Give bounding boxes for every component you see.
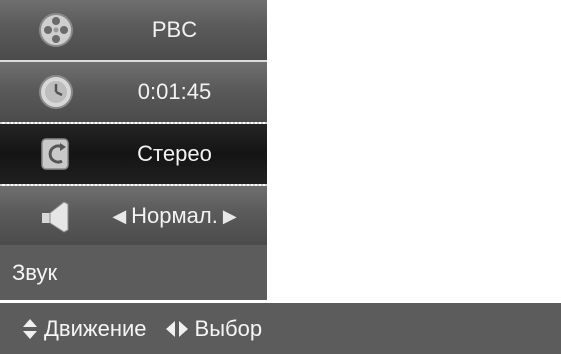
arrow-left-icon[interactable]: ◀ <box>112 206 126 227</box>
menu-item-label: PBC <box>151 17 198 42</box>
menu-item-audio-mode[interactable]: Стерео <box>0 124 267 184</box>
hint-move-label: Движение <box>44 315 147 341</box>
hint-select: Выбор <box>165 315 263 342</box>
clock-icon <box>39 75 73 109</box>
menu-item-pbc[interactable]: PBC <box>0 0 267 60</box>
hint-select-label: Выбор <box>194 315 263 341</box>
section-title-bar: Звук <box>0 245 267 300</box>
speaker-icon <box>42 201 69 233</box>
hint-move: Движение <box>22 316 147 342</box>
osd-menu: PBC 0:01:45 Стерео ◀ Нормал. ▶ <box>0 0 267 248</box>
help-bar: Движение Выбор <box>0 303 561 354</box>
menu-item-label: Стерео <box>137 141 212 166</box>
left-right-arrows-icon <box>165 320 188 337</box>
film-reel-icon <box>39 13 73 47</box>
section-title: Звук <box>12 259 58 285</box>
menu-item-time[interactable]: 0:01:45 <box>0 62 267 122</box>
arrow-right-icon[interactable]: ▶ <box>223 206 237 227</box>
menu-item-label: 0:01:45 <box>137 79 212 104</box>
up-down-arrows-icon <box>23 318 37 339</box>
repeat-icon <box>41 138 69 170</box>
menu-item-volume[interactable]: ◀ Нормал. ▶ <box>0 186 267 246</box>
menu-item-label: Нормал. <box>131 203 218 228</box>
